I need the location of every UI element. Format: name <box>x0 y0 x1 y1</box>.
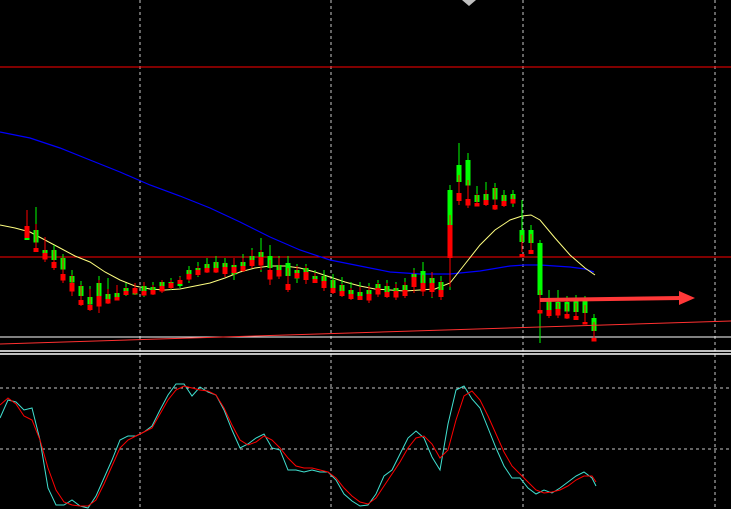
candle-body-72 <box>339 291 345 296</box>
candle-body-90 <box>420 283 426 292</box>
stoch-signal-line <box>0 385 597 507</box>
candle-body-2 <box>24 230 30 238</box>
candle-body-14 <box>78 300 84 305</box>
candle-body-32 <box>159 286 165 292</box>
candle-body-30 <box>150 290 156 295</box>
candle-body-54 <box>258 257 264 266</box>
candle-body-42 <box>204 268 210 273</box>
candle-body-18 <box>96 296 102 307</box>
candle-body-108 <box>501 201 507 206</box>
candle-body-82 <box>384 292 390 297</box>
candle-body-62 <box>294 273 300 278</box>
candle-body-110 <box>510 199 516 204</box>
candle-body-36 <box>177 280 183 284</box>
candle-body-46 <box>222 267 228 274</box>
candle-body-38 <box>186 274 192 280</box>
candle-body-64 <box>303 272 309 280</box>
candle-body-120 <box>555 309 561 316</box>
candle-body-100 <box>465 199 471 206</box>
candle-body-44 <box>213 268 219 273</box>
candle-body-22 <box>114 297 120 301</box>
candle-body-122 <box>564 314 570 319</box>
candle-body-104 <box>483 200 489 205</box>
candle-body-115 <box>537 243 543 295</box>
candle-body-66 <box>312 279 318 283</box>
candle-body-102 <box>474 203 480 207</box>
trend-line <box>0 320 731 345</box>
candle-body-84 <box>393 291 399 298</box>
candle-body-10 <box>60 274 66 281</box>
candle-body-126 <box>582 322 588 325</box>
candle-body-8 <box>51 262 57 268</box>
arrow-shaft <box>539 296 682 302</box>
candle-body-128 <box>591 338 597 342</box>
candle-body-52 <box>249 260 255 266</box>
candle-body-28 <box>141 291 147 296</box>
candle-body-114 <box>528 250 534 254</box>
candle-body-24 <box>123 291 129 295</box>
candle-body-86 <box>402 290 408 296</box>
candle-body-26 <box>132 288 138 294</box>
pane-separator <box>0 350 731 355</box>
candle-body-58 <box>276 270 282 277</box>
candle-body-112 <box>519 254 525 257</box>
arrow-head <box>679 291 695 305</box>
candle-body-88 <box>411 277 417 287</box>
candle-body-70 <box>330 288 336 293</box>
candle-body-96 <box>447 225 453 258</box>
candle-body-48 <box>231 267 237 273</box>
chart-svg <box>0 0 731 509</box>
candle-body-56 <box>267 270 273 280</box>
candle-body-74 <box>348 294 354 299</box>
candle-body-106 <box>492 205 498 210</box>
candle-body-124 <box>573 316 579 320</box>
candle-body-50 <box>240 266 246 271</box>
candle-body-118 <box>546 310 552 316</box>
stoch-main-line <box>0 383 597 509</box>
candle-body-76 <box>357 296 363 300</box>
candle-body-34 <box>168 283 174 288</box>
candle-body-40 <box>195 270 201 275</box>
candle-body-98 <box>456 193 462 201</box>
candle-body-4 <box>33 248 39 252</box>
candle-body-20 <box>105 299 111 304</box>
candle-body-12 <box>69 283 75 292</box>
trading-chart <box>0 0 731 509</box>
candle-body-6 <box>42 253 48 260</box>
candle-body-80 <box>375 288 381 295</box>
candle-body-78 <box>366 294 372 301</box>
candle-body-68 <box>321 281 327 288</box>
candlesticks <box>24 143 597 343</box>
stochastic-oscillator <box>0 383 597 509</box>
candle-body-16 <box>87 305 93 310</box>
candle-body-60 <box>285 284 291 290</box>
grid-lines <box>0 0 731 509</box>
candle-body-92 <box>429 283 435 292</box>
top-marker <box>462 0 476 6</box>
candle-body-116 <box>537 310 543 314</box>
chevron-down-icon[interactable] <box>462 0 476 6</box>
candle-body-94 <box>438 290 444 297</box>
